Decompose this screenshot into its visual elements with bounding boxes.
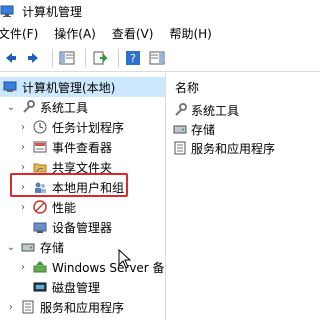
tree-item-services-apps[interactable]: › 服务和应用程序 — [6, 297, 124, 317]
backup-icon — [32, 259, 48, 275]
chevron-right-icon[interactable]: › — [18, 162, 28, 173]
services-icon — [20, 299, 36, 315]
list-item-label: 存储 — [191, 122, 216, 137]
chevron-down-icon[interactable]: ⌄ — [6, 102, 16, 113]
computer-management-icon — [2, 79, 18, 95]
title-bar: 计算机管理 — [0, 0, 320, 22]
tree-item-computer-management[interactable]: 计算机管理(本地) — [0, 77, 165, 97]
storage-icon — [173, 122, 187, 136]
toolbar-separator — [52, 48, 53, 67]
tree-item-label: 性能 — [52, 200, 77, 215]
storage-icon — [20, 239, 36, 255]
list-item[interactable]: 服务和应用程序 — [173, 139, 275, 157]
menu-action[interactable]: 操作(A) — [54, 25, 104, 42]
tree-item-label: 存储 — [40, 240, 65, 255]
list-item-label: 系统工具 — [191, 103, 240, 118]
export-icon[interactable] — [90, 48, 110, 68]
chevron-down-icon[interactable]: ⌄ — [6, 242, 16, 253]
services-icon — [173, 141, 187, 155]
menu-file[interactable]: 文件(F) — [0, 25, 46, 42]
chevron-right-icon[interactable]: › — [18, 202, 28, 213]
show-hide-action-pane-icon[interactable] — [147, 48, 167, 68]
tree-item-performance[interactable]: › 性能 — [18, 197, 76, 217]
tree-item-task-scheduler[interactable]: › 任务计划程序 — [18, 117, 124, 137]
disk-icon — [32, 279, 48, 295]
menu-view[interactable]: 查看(V) — [112, 25, 162, 42]
clock-icon — [32, 119, 48, 135]
tree-item-windows-server-backup[interactable]: › Windows Server 备份 — [18, 257, 166, 277]
details-pane: 名称 系统工具 存储 服务和应用程序 — [167, 73, 320, 320]
tools-icon — [20, 99, 36, 115]
tree-item-label: 服务和应用程序 — [40, 300, 125, 315]
tree-item-device-manager[interactable]: 设备管理器 — [32, 217, 112, 237]
tree-item-disk-management[interactable]: 磁盘管理 — [32, 277, 100, 297]
window-title: 计算机管理 — [22, 4, 83, 19]
toolbar-separator — [118, 48, 119, 67]
chevron-right-icon[interactable]: › — [18, 142, 28, 153]
tree-item-label: 设备管理器 — [52, 220, 113, 235]
list-item[interactable]: 存储 — [173, 120, 215, 138]
forward-icon[interactable] — [24, 48, 44, 68]
event-viewer-icon — [32, 139, 48, 155]
tree-item-event-viewer[interactable]: › 事件查看器 — [18, 137, 112, 157]
menu-help[interactable]: 帮助(H) — [169, 25, 219, 42]
toolbar-separator — [85, 48, 86, 67]
show-hide-tree-icon[interactable] — [57, 48, 77, 68]
chevron-right-icon[interactable]: › — [18, 262, 28, 273]
tree-item-label: Windows Server 备份 — [52, 260, 166, 275]
tree-item-label: 计算机管理(本地) — [22, 80, 116, 95]
menu-bar: 文件(F) 操作(A) 查看(V) 帮助(H) — [0, 22, 320, 44]
tree-item-label: 磁盘管理 — [52, 280, 101, 295]
navigation-tree[interactable]: 计算机管理(本地) ⌄ 系统工具 › 任务计划程序 › 事件查看器 › 共享文件… — [0, 73, 166, 320]
toolbar: ? — [0, 44, 320, 72]
mouse-cursor-icon — [118, 248, 132, 269]
device-manager-icon — [32, 219, 48, 235]
back-icon[interactable] — [0, 48, 20, 68]
tools-icon — [173, 103, 187, 117]
help-icon[interactable]: ? — [123, 48, 143, 68]
computer-management-icon — [0, 4, 14, 18]
highlight-box — [10, 173, 128, 197]
list-item-label: 服务和应用程序 — [191, 141, 276, 156]
list-item[interactable]: 系统工具 — [173, 101, 239, 119]
tree-item-label: 事件查看器 — [52, 140, 113, 155]
tree-item-storage[interactable]: ⌄ 存储 — [6, 237, 64, 257]
chevron-right-icon[interactable]: › — [6, 302, 16, 313]
tree-item-label: 任务计划程序 — [52, 120, 125, 135]
tree-item-system-tools[interactable]: ⌄ 系统工具 — [6, 97, 88, 117]
chevron-right-icon[interactable]: › — [18, 122, 28, 133]
tree-item-label: 系统工具 — [40, 100, 89, 115]
performance-icon — [32, 199, 48, 215]
column-header-name[interactable]: 名称 — [175, 79, 199, 96]
svg-text:?: ? — [130, 52, 136, 65]
